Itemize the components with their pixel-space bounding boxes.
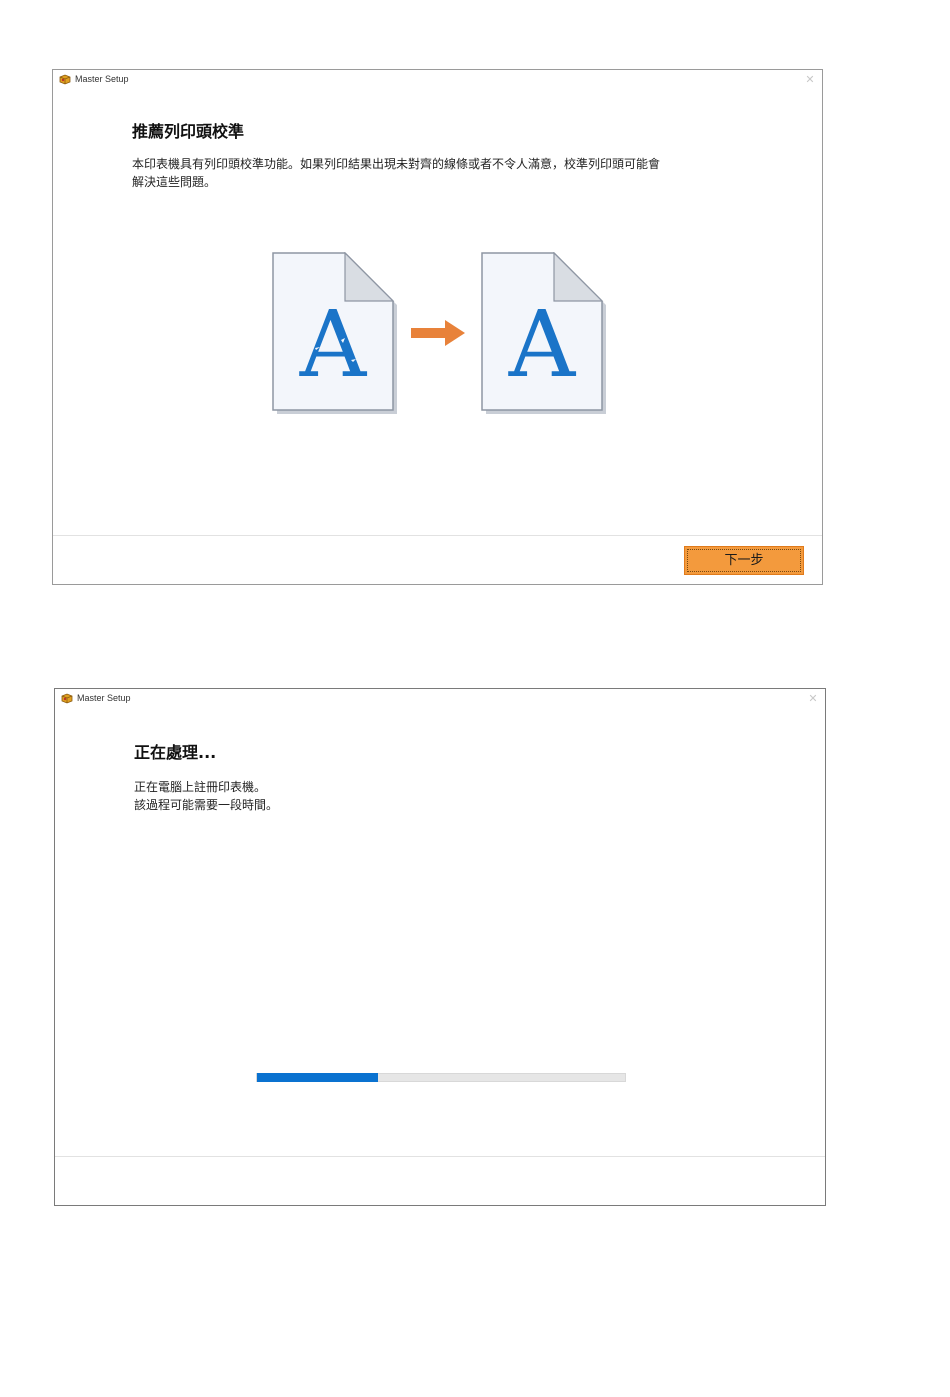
aligned-letter: A (508, 291, 577, 398)
description-line: 解決這些問題。 (132, 175, 217, 189)
misaligned-letter: A (299, 291, 368, 398)
setup-window-processing: Master Setup ✕ 正在處理... 正在電腦上註冊印表機。 該過程可能… (54, 688, 826, 1206)
progress-bar (256, 1073, 626, 1082)
alignment-illustration: A A (272, 252, 606, 414)
status-line: 該過程可能需要一段時間。 (134, 798, 279, 812)
next-button[interactable]: 下一步 (684, 546, 804, 575)
arrow-right-icon (411, 320, 465, 346)
app-logo-icon (61, 693, 73, 704)
close-icon[interactable]: ✕ (802, 72, 818, 88)
description-text: 本印表機具有列印頭校準功能。如果列印結果出現未對齊的線條或者不令人滿意，校準列印… (132, 155, 660, 191)
aligned-page-icon: A (481, 252, 606, 414)
page-title: 推薦列印頭校準 (132, 122, 245, 141)
description-line: 本印表機具有列印頭校準功能。如果列印結果出現未對齊的線條或者不令人滿意，校準列印… (132, 157, 661, 171)
misaligned-page-icon: A (272, 252, 397, 414)
status-line: 正在電腦上註冊印表機。 (134, 780, 267, 794)
progress-bar-fill (257, 1073, 379, 1082)
window-title: Master Setup (75, 74, 129, 84)
app-logo-icon (59, 74, 71, 85)
button-bar: 下一步 (53, 535, 822, 584)
status-text: 正在電腦上註冊印表機。 該過程可能需要一段時間。 (134, 778, 278, 814)
close-icon[interactable]: ✕ (805, 691, 821, 707)
setup-window-alignment: Master Setup ✕ 推薦列印頭校準 本印表機具有列印頭校準功能。如果列… (52, 69, 823, 585)
button-bar (55, 1156, 825, 1205)
window-title: Master Setup (77, 693, 131, 703)
title-bar: Master Setup ✕ (55, 689, 825, 711)
title-bar: Master Setup ✕ (53, 70, 822, 92)
page-title: 正在處理... (134, 743, 217, 762)
